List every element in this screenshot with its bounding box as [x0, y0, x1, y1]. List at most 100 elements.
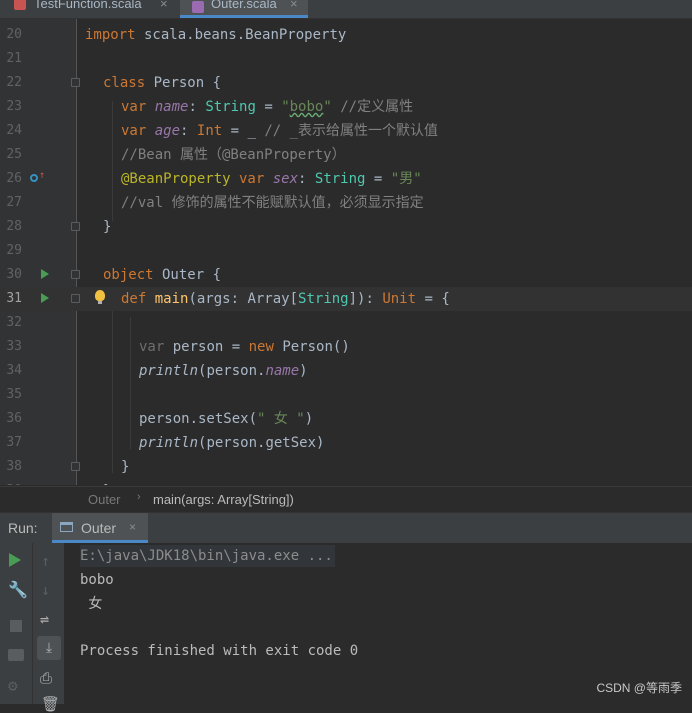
code-line: 26 ↑ @BeanProperty var sex: String = "男": [0, 167, 692, 191]
punctuation: ]):: [348, 291, 383, 307]
line-number: 21: [6, 51, 22, 66]
code-line: 21: [0, 47, 692, 71]
field-name: name: [265, 363, 300, 379]
tab-outer-scala[interactable]: Outer.scala ×: [180, 0, 308, 18]
code-text: def main(args: Array[String]): Unit = {: [121, 287, 450, 311]
keyword: var: [121, 99, 147, 115]
code-line: 38 }: [0, 455, 692, 479]
run-label: Run:: [8, 520, 38, 536]
code-text: var age: Int = _ // _表示给属性一个默认值: [121, 119, 438, 143]
string-literal: " 女 ": [257, 411, 305, 427]
code-line: 24 var age: Int = _ // _表示给属性一个默认值: [0, 119, 692, 143]
operator: =: [255, 99, 282, 115]
code-line: 37 println(person.getSex): [0, 431, 692, 455]
line-number: 27: [6, 195, 22, 210]
run-tab-outer[interactable]: Outer ×: [52, 513, 148, 543]
class-name: Person {: [145, 75, 222, 91]
code-line: 34 println(person.name): [0, 359, 692, 383]
line-number: 37: [6, 435, 22, 450]
fold-marker[interactable]: [71, 222, 80, 231]
function-call: println: [139, 435, 199, 451]
code-text: var name: String = "bobo" //定义属性: [121, 95, 413, 119]
lightbulb-icon[interactable]: [95, 290, 105, 304]
comment: //val 修饰的属性不能赋默认值，必须显示指定: [121, 195, 424, 211]
editor-tab-bar: TestFunction.scala × Outer.scala ×: [0, 0, 692, 19]
comment: //定义属性: [331, 99, 414, 115]
line-number: 30: [6, 267, 22, 282]
identifier: (person.: [198, 363, 266, 379]
breadcrumb-method[interactable]: main(args: Array[String]): [153, 492, 294, 507]
string-literal: bobo: [289, 99, 324, 115]
field-name: age: [154, 123, 181, 139]
code-line: 27 //val 修饰的属性不能赋默认值，必须显示指定: [0, 191, 692, 215]
close-icon[interactable]: ×: [290, 0, 298, 11]
code-line: 33 var person = new Person(): [0, 335, 692, 359]
punctuation: :: [188, 99, 206, 115]
code-line: 36 person.setSex(" 女 "): [0, 407, 692, 431]
console-line: 女: [80, 596, 103, 612]
breadcrumb-object[interactable]: Outer: [88, 492, 121, 507]
keyword: new: [248, 339, 274, 355]
keyword: object: [103, 267, 154, 283]
arrow-down-icon[interactable]: ↓: [41, 581, 59, 599]
code-text: class Person {: [103, 71, 221, 95]
operator: =: [365, 171, 391, 187]
code-line-current: 31 def main(args: Array[String]): Unit =…: [0, 287, 692, 311]
code-line: 32: [0, 311, 692, 335]
function-name: main: [154, 291, 189, 307]
code-text: person.setSex(" 女 "): [139, 407, 313, 431]
keyword: var: [139, 339, 165, 355]
line-number: 34: [6, 363, 22, 378]
keyword: def: [121, 291, 147, 307]
line-number: 36: [6, 411, 22, 426]
line-number: 35: [6, 387, 22, 402]
print-icon[interactable]: ⎙: [40, 669, 58, 687]
implemented-icon[interactable]: [30, 174, 38, 182]
code-line: 28 }: [0, 215, 692, 239]
tab-testfunction-scala[interactable]: TestFunction.scala ×: [0, 0, 178, 18]
watermark: CSDN @等雨季: [596, 681, 682, 695]
close-icon[interactable]: ×: [160, 0, 168, 11]
line-number: 20: [6, 27, 22, 42]
scroll-to-end-icon[interactable]: ⤓: [37, 636, 61, 660]
line-number: 33: [6, 339, 22, 354]
field-name: sex: [272, 171, 299, 187]
line-number: 24: [6, 123, 22, 138]
keyword: class: [103, 75, 146, 91]
identifier: (person.getSex): [198, 435, 325, 451]
keyword: import: [85, 27, 136, 43]
console-command-line[interactable]: E:\java\JDK18\bin\java.exe ...: [80, 545, 335, 567]
tab-label: TestFunction.scala: [34, 0, 142, 11]
type-name: String: [298, 291, 349, 307]
trash-icon[interactable]: 🗑: [41, 695, 60, 713]
close-icon[interactable]: ×: [129, 520, 136, 534]
run-gutter-icon[interactable]: [41, 269, 49, 279]
rerun-icon[interactable]: [9, 553, 21, 567]
gear-icon[interactable]: ⚙: [8, 677, 26, 695]
fold-marker[interactable]: [71, 78, 80, 87]
code-text: var person = new Person(): [139, 335, 350, 359]
run-gutter-icon[interactable]: [41, 293, 49, 303]
soft-wrap-icon[interactable]: ⇌: [40, 610, 58, 628]
function-call: println: [139, 363, 199, 379]
line-number: 26: [6, 171, 22, 186]
code-line: 29: [0, 239, 692, 263]
line-number: 25: [6, 147, 22, 162]
code-text: import scala.beans.BeanProperty: [85, 23, 346, 47]
wrench-icon[interactable]: 🔧: [8, 581, 28, 599]
fold-marker[interactable]: [71, 462, 80, 471]
code-line: 30 object Outer {: [0, 263, 692, 287]
closing-brace: }: [103, 219, 112, 235]
fold-marker[interactable]: [71, 294, 80, 303]
constructor-call: Person(): [273, 339, 350, 355]
fold-marker[interactable]: [71, 270, 80, 279]
string-literal: "男": [390, 171, 422, 187]
camera-icon[interactable]: [8, 649, 24, 661]
closing-brace: }: [121, 459, 130, 475]
code-text: @BeanProperty var sex: String = "男": [121, 167, 422, 191]
code-editor[interactable]: 20 import scala.beans.BeanProperty 21 22…: [0, 19, 692, 485]
run-toolbar-primary: 🔧 ⚙: [0, 543, 32, 704]
object-name: Outer {: [153, 267, 222, 283]
arrow-up-icon[interactable]: ↑: [41, 552, 59, 570]
stop-icon[interactable]: [10, 620, 22, 632]
